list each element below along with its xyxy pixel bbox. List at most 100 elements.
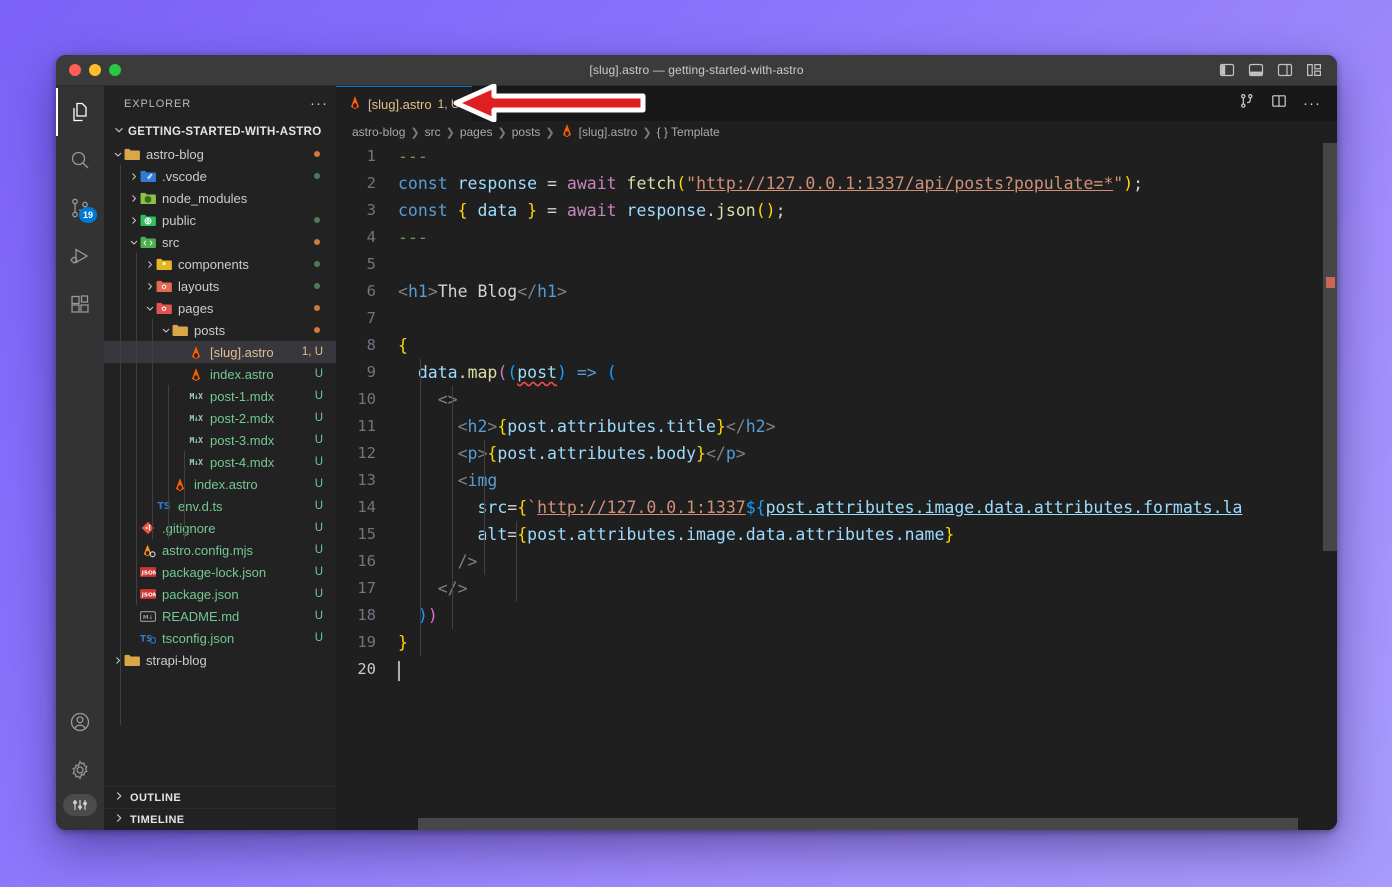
tree-folder-posts[interactable]: posts: [104, 319, 336, 341]
tree-folder-strapi-blog[interactable]: strapi-blog: [104, 649, 336, 671]
tab-label: [slug].astro: [368, 96, 432, 112]
code-line-5[interactable]: 5: [336, 251, 1337, 278]
editor-horizontal-scrollbar[interactable]: [336, 818, 1337, 830]
code-line-12[interactable]: 12 <p>{post.attributes.body}</p>: [336, 440, 1337, 467]
editor-vertical-scrollbar-thumb[interactable]: [1323, 143, 1337, 551]
breadcrumb-item-4[interactable]: posts: [512, 125, 541, 139]
breadcrumb-item-3[interactable]: pages: [460, 125, 493, 139]
tab-slug-astro[interactable]: [slug].astro 1, U: [336, 86, 472, 121]
chevron-down-icon: [144, 302, 156, 315]
line-number: 1: [366, 147, 376, 165]
activitybar-item-accounts[interactable]: [56, 698, 104, 746]
code-line-16[interactable]: 16 />: [336, 548, 1337, 575]
toggle-primary-sidebar-icon[interactable]: [1219, 62, 1235, 78]
code-line-20[interactable]: 20: [336, 656, 1337, 683]
code-line-3[interactable]: 3 const { data } = await response.json();: [336, 197, 1337, 224]
close-window-button[interactable]: [69, 64, 81, 76]
split-editor-right-icon[interactable]: [1271, 93, 1287, 114]
code-lines[interactable]: 1 --- 2 const response = await fetch("http:…: [336, 143, 1337, 830]
explorer-root-folder[interactable]: GETTING-STARTED-WITH-ASTRO: [104, 121, 336, 143]
code-line-6[interactable]: 6 <h1>The Blog</h1>: [336, 278, 1337, 305]
code-indent-guide: [420, 359, 421, 656]
breadcrumb-item-2[interactable]: src: [425, 125, 441, 139]
activitybar-item-manage[interactable]: [56, 746, 104, 794]
toggle-panel-icon[interactable]: [1248, 62, 1264, 78]
tree-file-index-astro[interactable]: index.astro U: [104, 363, 336, 385]
code-line-17[interactable]: 17 </>: [336, 575, 1337, 602]
code-line-8[interactable]: 8{: [336, 332, 1337, 359]
tree-file-post-1-mdx[interactable]: M↓X post-1.mdx U: [104, 385, 336, 407]
mdx-file-icon: M↓X: [189, 457, 203, 467]
tree-item-label: public: [162, 212, 196, 228]
tree-folder-src[interactable]: src: [104, 231, 336, 253]
editor-vertical-scrollbar[interactable]: [1323, 143, 1337, 830]
tree-folder-vscode[interactable]: .vscode: [104, 165, 336, 187]
tree-file-package-lock-json[interactable]: JSON package-lock.json U: [104, 561, 336, 583]
tree-folder-components[interactable]: components: [104, 253, 336, 275]
code-line-7[interactable]: 7: [336, 305, 1337, 332]
tree-file-post-4-mdx[interactable]: M↓X post-4.mdx U: [104, 451, 336, 473]
activitybar-item-explorer[interactable]: [56, 88, 104, 136]
breadcrumb-item-1[interactable]: astro-blog: [352, 125, 405, 139]
code-line-14[interactable]: 14 src={`http://127.0.0.1:1337${post.att…: [336, 494, 1337, 521]
panel-timeline[interactable]: TIMELINE: [104, 808, 336, 830]
minimize-window-button[interactable]: [89, 64, 101, 76]
tree-file-slug-astro[interactable]: [slug].astro 1, U: [104, 341, 336, 363]
split-in-group-icon[interactable]: [1239, 93, 1255, 114]
editor-tab-bar: [slug].astro 1, U ···: [336, 86, 1337, 121]
line-text: </>: [398, 575, 1337, 602]
astro-file-icon: [188, 345, 204, 360]
tree-folder-astro-blog[interactable]: astro-blog: [104, 143, 336, 165]
line-text: data.map((post) => (: [417, 363, 617, 382]
tab-git-status: 1, U: [437, 97, 460, 111]
code-line-10[interactable]: 10 <>: [336, 386, 1337, 413]
activitybar-item-run-and-debug[interactable]: [56, 232, 104, 280]
editor-horizontal-scrollbar-thumb[interactable]: [418, 818, 1298, 830]
toggle-secondary-sidebar-icon[interactable]: [1277, 62, 1293, 78]
file-tree[interactable]: astro-blog .vscode node_modulespublic src co…: [104, 143, 336, 786]
more-actions-icon[interactable]: ···: [1303, 96, 1321, 111]
code-line-9[interactable]: 9 data.map((post) => (: [336, 359, 1337, 386]
tree-file-readme-md[interactable]: M↓ README.md U: [104, 605, 336, 627]
breadcrumb-item-5[interactable]: [slug].astro: [560, 123, 637, 141]
code-line-19[interactable]: 19}: [336, 629, 1337, 656]
tree-item-status-dot: [314, 173, 320, 179]
tree-item-label: .gitignore: [162, 520, 216, 536]
tree-file-index-astro[interactable]: index.astro U: [104, 473, 336, 495]
tree-indent-guide: [120, 165, 121, 725]
chevron-right-icon: [112, 654, 124, 667]
tree-folder-public[interactable]: public: [104, 209, 336, 231]
tree-file-package-json[interactable]: JSON package.json U: [104, 583, 336, 605]
maximize-window-button[interactable]: [109, 64, 121, 76]
code-line-1[interactable]: 1 ---: [336, 143, 1337, 170]
activitybar-item-search[interactable]: [56, 136, 104, 184]
tree-folder-layouts[interactable]: layouts: [104, 275, 336, 297]
activitybar-tune-button[interactable]: [63, 794, 97, 816]
tree-folder-node-modules[interactable]: node_modules: [104, 187, 336, 209]
customize-layout-icon[interactable]: [1306, 62, 1322, 78]
explorer-more-actions-icon[interactable]: ···: [310, 96, 328, 111]
activitybar-item-extensions[interactable]: [56, 280, 104, 328]
tree-file-env-d-ts[interactable]: TS env.d.ts U: [104, 495, 336, 517]
code-line-11[interactable]: 11 <h2>{post.attributes.title}</h2>: [336, 413, 1337, 440]
panel-outline[interactable]: OUTLINE: [104, 786, 336, 808]
code-editor[interactable]: 1 --- 2 const response = await fetch("http:…: [336, 143, 1337, 830]
code-line-2[interactable]: 2 const response = await fetch("http://12…: [336, 170, 1337, 197]
breadcrumb-item-6[interactable]: { } Template: [657, 125, 720, 139]
activitybar-item-source-control[interactable]: 19: [56, 184, 104, 232]
astro-file-icon: [188, 367, 204, 382]
tree-file-post-3-mdx[interactable]: M↓X post-3.mdx U: [104, 429, 336, 451]
code-line-18[interactable]: 18 )): [336, 602, 1337, 629]
breadcrumb-separator: ❯: [445, 126, 455, 139]
code-line-15[interactable]: 15 alt={post.attributes.image.data.attri…: [336, 521, 1337, 548]
tree-file-tsconfig-json[interactable]: TS tsconfig.json U: [104, 627, 336, 649]
code-line-13[interactable]: 13 <img: [336, 467, 1337, 494]
astro-file-icon: [348, 95, 362, 113]
code-line-4[interactable]: 4 ---: [336, 224, 1337, 251]
tree-item-label: [slug].astro: [210, 344, 274, 360]
tree-file-astro-config-mjs[interactable]: astro.config.mjs U: [104, 539, 336, 561]
folder-icon: [124, 653, 140, 667]
tree-file-post-2-mdx[interactable]: M↓X post-2.mdx U: [104, 407, 336, 429]
tree-file-gitignore[interactable]: .gitignore U: [104, 517, 336, 539]
tree-folder-pages[interactable]: pages: [104, 297, 336, 319]
